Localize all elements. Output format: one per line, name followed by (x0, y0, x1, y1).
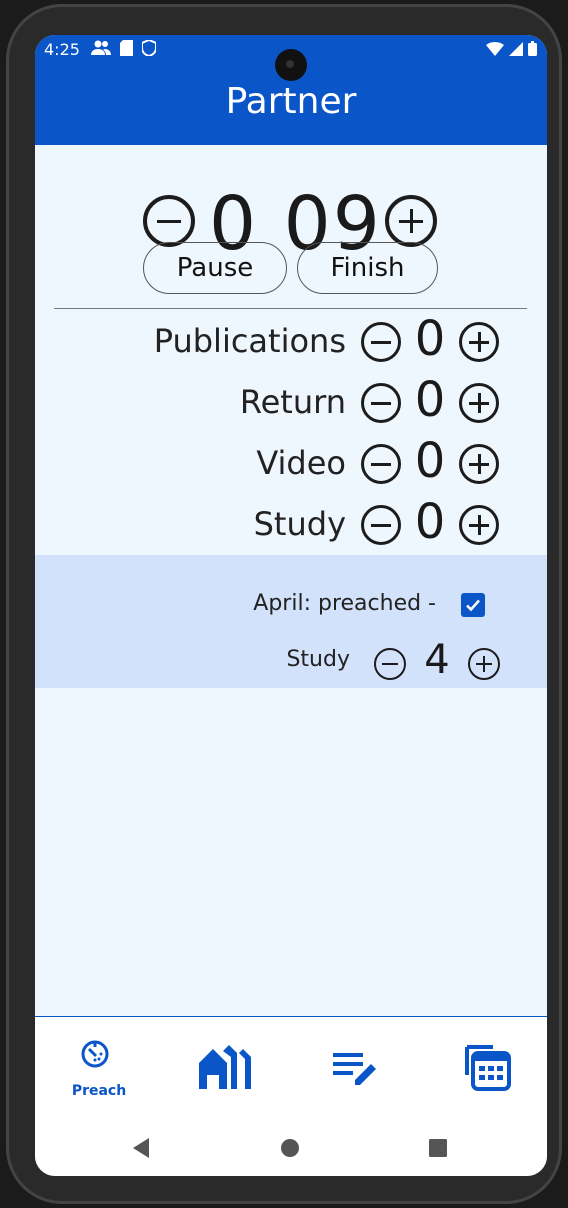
return-increment-button[interactable] (459, 383, 499, 423)
nav-item-calendar[interactable] (419, 1017, 547, 1107)
status-time: 4:25 (44, 40, 80, 59)
month-study-value: 4 (424, 637, 450, 683)
app-bar: 4:25 Partner (35, 35, 547, 145)
timer: 0 09 (35, 181, 547, 267)
month-preached-label: April: preached - (253, 591, 436, 616)
month-study-label: Study (286, 647, 350, 672)
counter-row-publications: Publications 0 (35, 311, 547, 370)
nav-item-territory[interactable] (163, 1017, 291, 1107)
timer-decrement-button[interactable] (143, 195, 195, 247)
return-decrement-button[interactable] (361, 383, 401, 423)
month-study-increment-button[interactable] (468, 648, 500, 680)
counter-row-return: Return 0 (35, 372, 547, 431)
plus-icon-v (409, 208, 413, 234)
counter-row-study: Study 0 (35, 494, 547, 553)
timer-increment-button[interactable] (385, 195, 437, 247)
battery-icon (528, 41, 537, 56)
check-icon (466, 599, 480, 612)
status-notification-icons (91, 40, 156, 56)
minus-icon (371, 401, 391, 405)
month-study-decrement-button[interactable] (374, 648, 406, 680)
counter-value: 0 (414, 311, 446, 367)
publications-decrement-button[interactable] (361, 322, 401, 362)
people-icon (91, 40, 111, 55)
study-decrement-button[interactable] (361, 505, 401, 545)
counter-value: 0 (414, 433, 446, 489)
divider (54, 308, 527, 309)
counter-value: 0 (414, 494, 446, 550)
minus-icon (371, 523, 391, 527)
pause-button[interactable]: Pause (143, 242, 287, 294)
preached-checkbox[interactable] (461, 593, 485, 617)
signal-icon (509, 41, 523, 56)
nav-item-preach[interactable]: Preach (35, 1017, 163, 1107)
status-system-icons (486, 41, 537, 56)
system-navigation (35, 1125, 547, 1169)
page-title: Partner (225, 81, 357, 122)
edit-list-icon (333, 1053, 376, 1085)
month-summary-panel: April: preached - Study 4 (35, 555, 547, 688)
wifi-icon (486, 41, 504, 56)
nav-item-label: Preach (71, 1083, 127, 1099)
screen: 4:25 Partner 0 09 Pause Finish Publicati… (35, 35, 547, 1176)
houses-icon (199, 1045, 251, 1089)
device-frame: 4:25 Partner 0 09 Pause Finish Publicati… (6, 4, 562, 1204)
camera-cutout (275, 49, 307, 81)
plus-icon-v (477, 515, 481, 535)
nav-item-notes[interactable] (291, 1017, 419, 1107)
plus-icon-v (477, 332, 481, 352)
counter-value: 0 (414, 372, 446, 428)
counter-label: Publications (153, 322, 346, 360)
recents-icon[interactable] (429, 1139, 447, 1157)
minus-icon (156, 219, 182, 223)
publications-increment-button[interactable] (459, 322, 499, 362)
counter-label: Video (256, 444, 346, 482)
video-increment-button[interactable] (459, 444, 499, 484)
plus-icon-v (482, 656, 486, 672)
home-icon[interactable] (280, 1138, 300, 1158)
counter-row-video: Video 0 (35, 433, 547, 492)
study-increment-button[interactable] (459, 505, 499, 545)
back-icon[interactable] (131, 1137, 151, 1159)
video-decrement-button[interactable] (361, 444, 401, 484)
minus-icon (371, 462, 391, 466)
minus-icon (371, 340, 391, 344)
finish-button[interactable]: Finish (297, 242, 438, 294)
timer-icon (81, 1040, 109, 1068)
bottom-navigation: Preach (35, 1016, 547, 1176)
sd-card-icon (120, 40, 133, 56)
plus-icon-v (477, 454, 481, 474)
shield-icon (142, 40, 156, 56)
counter-label: Return (239, 383, 346, 421)
calendar-icon (465, 1045, 511, 1091)
plus-icon-v (477, 393, 481, 413)
minus-icon (382, 662, 398, 666)
counter-label: Study (253, 505, 346, 543)
